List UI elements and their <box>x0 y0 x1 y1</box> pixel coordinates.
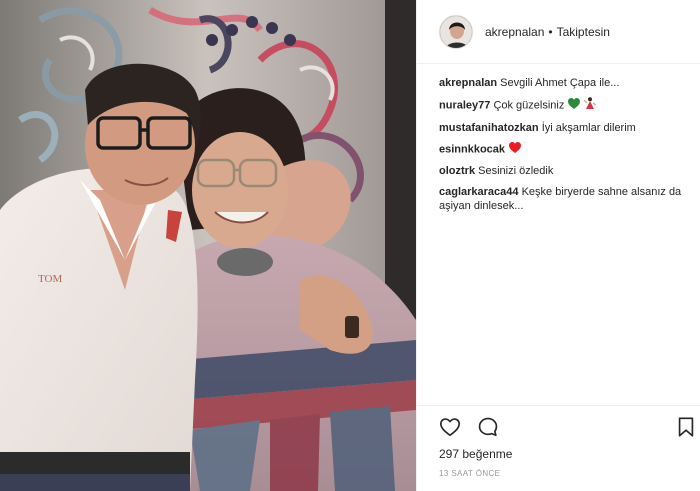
comment-username[interactable]: nuraley77 <box>439 99 490 111</box>
post-header: akrepnalan • Takiptesin <box>417 0 700 64</box>
comment-username[interactable]: esinnkkocak <box>439 143 505 155</box>
likes-count: 297 <box>439 447 460 461</box>
comment-item: esinnkkocak <box>439 142 693 157</box>
comment-username[interactable]: caglarkaraca44 <box>439 186 519 198</box>
comment-item: caglarkaraca44 Keşke biryerde sahne alsa… <box>439 185 693 213</box>
like-heart-icon[interactable] <box>439 416 461 438</box>
post-timestamp: 13 SAAT ÖNCE <box>439 469 501 478</box>
post-photo[interactable]: TOM <box>0 0 416 491</box>
instagram-post-window: TOM akrepnalan • Takiptesin akrepnalan S… <box>0 0 700 491</box>
comment-bubble-icon[interactable] <box>477 416 499 438</box>
shirt-logo-text: TOM <box>38 273 62 285</box>
comment-text: Sesinizi özledik <box>478 165 554 177</box>
green-heart-icon <box>568 97 581 114</box>
post-photo-image: TOM <box>0 0 416 491</box>
comment-text: İyi akşamlar dilerim <box>541 122 636 134</box>
action-icons-row <box>439 416 697 440</box>
author-avatar[interactable] <box>439 14 473 49</box>
red-heart-icon <box>509 142 522 157</box>
header-separator: • <box>548 24 553 39</box>
post-side-panel: akrepnalan • Takiptesin akrepnalan Sevgi… <box>416 0 700 491</box>
comment-item: nuraley77 Çok güzelsiniz <box>439 97 693 114</box>
likes-line[interactable]: 297 beğenme <box>439 447 512 461</box>
avatar-image <box>440 15 472 48</box>
comment-item: oloztrk Sesinizi özledik <box>439 164 693 178</box>
comment-username[interactable]: oloztrk <box>439 165 475 177</box>
bookmark-icon[interactable] <box>675 416 697 438</box>
comment-text: Sevgili Ahmet Çapa ile... <box>500 77 620 89</box>
comment-username[interactable]: mustafanihatozkan <box>439 122 539 134</box>
post-actions-section: 297 beğenme 13 SAAT ÖNCE <box>417 405 700 491</box>
dancer-icon <box>584 97 597 114</box>
follow-status-button[interactable]: Takiptesin <box>557 25 610 39</box>
author-username[interactable]: akrepnalan <box>485 25 544 39</box>
comment-username[interactable]: akrepnalan <box>439 77 497 89</box>
comment-text: Çok güzelsiniz <box>493 99 565 112</box>
author-line: akrepnalan • Takiptesin <box>485 25 610 39</box>
comment-list: akrepnalan Sevgili Ahmet Çapa ile... nur… <box>439 76 693 220</box>
likes-label: beğenme <box>462 447 513 461</box>
comment-item: mustafanihatozkan İyi akşamlar dilerim <box>439 121 693 135</box>
caption-comment: akrepnalan Sevgili Ahmet Çapa ile... <box>439 76 693 90</box>
